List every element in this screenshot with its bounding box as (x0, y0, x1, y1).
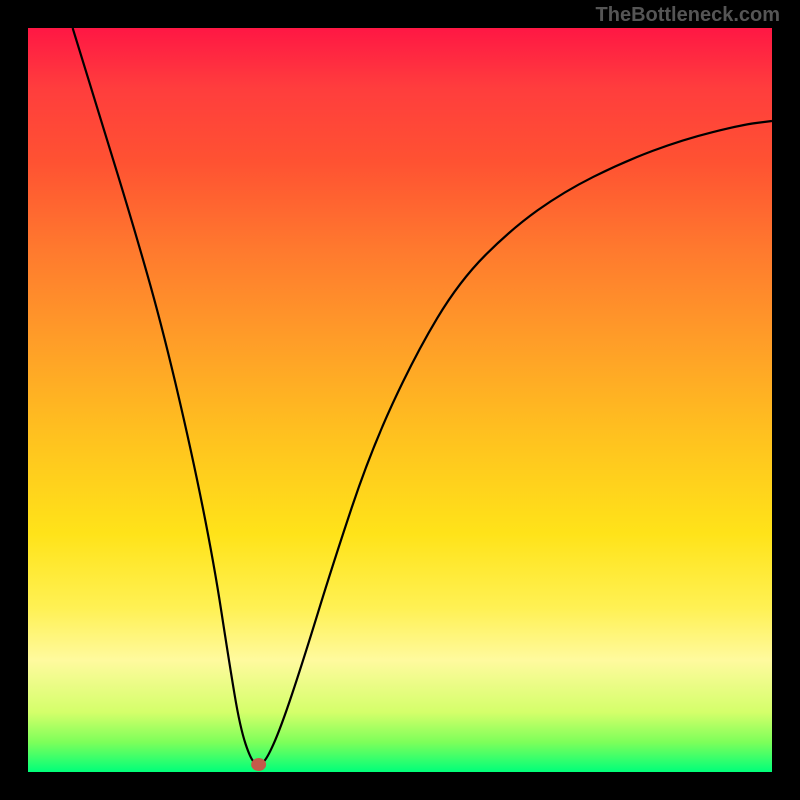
watermark-text: TheBottleneck.com (596, 4, 780, 27)
minimum-marker (252, 759, 266, 771)
plot-area (28, 28, 772, 772)
bottleneck-curve (73, 28, 772, 764)
curve-svg (28, 28, 772, 772)
